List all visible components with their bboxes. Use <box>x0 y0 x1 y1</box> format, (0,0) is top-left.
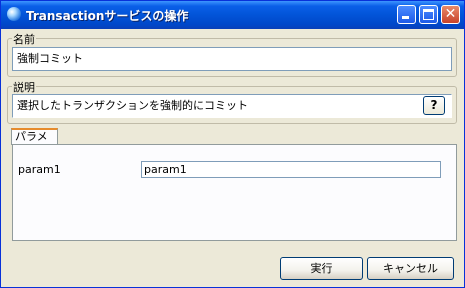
description-field: 選択したトランザクションを強制的にコミット <box>12 94 452 118</box>
param1-label: param1 <box>18 163 61 176</box>
parameters-panel: param1 param1 <box>12 144 457 241</box>
dialog-window: Transactionサービスの操作 ✕ 名前 強制コミット 説明 選択したトラ… <box>0 0 465 288</box>
minimize-button[interactable] <box>397 5 416 24</box>
name-group-legend: 名前 <box>12 31 36 47</box>
execute-button[interactable]: 実行 <box>280 257 363 280</box>
minimize-icon <box>402 16 409 19</box>
tab-parameters[interactable]: パラメータ <box>11 128 58 157</box>
name-group: 名前 強制コミット <box>7 31 457 77</box>
maximize-button[interactable] <box>419 5 438 24</box>
maximize-icon <box>423 9 434 20</box>
help-button[interactable]: ? <box>423 96 445 115</box>
description-group-legend: 説明 <box>12 79 36 95</box>
name-field[interactable]: 強制コミット <box>12 47 452 71</box>
close-button[interactable]: ✕ <box>441 5 460 24</box>
app-icon <box>7 7 21 21</box>
close-icon: ✕ <box>444 6 457 22</box>
title-bar[interactable]: Transactionサービスの操作 ✕ <box>1 1 464 29</box>
window-title: Transactionサービスの操作 <box>26 9 189 23</box>
cancel-button[interactable]: キャンセル <box>367 257 454 280</box>
param1-input[interactable]: param1 <box>141 161 441 178</box>
description-group: 説明 選択したトランザクションを強制的にコミット ? <box>7 79 457 124</box>
